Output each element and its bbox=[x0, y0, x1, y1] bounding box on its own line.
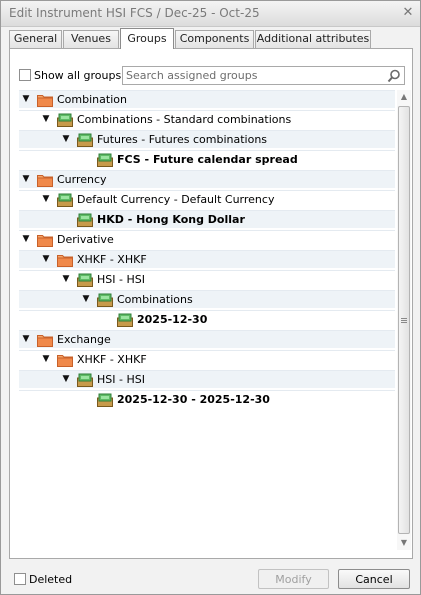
group-icon bbox=[57, 193, 73, 207]
tree-row[interactable]: ▼ XHKF - XHKF bbox=[19, 350, 395, 368]
group-icon bbox=[77, 273, 93, 287]
folder-icon bbox=[37, 235, 53, 247]
search-input[interactable] bbox=[123, 67, 385, 84]
tree-row[interactable]: ▼ Derivative bbox=[19, 230, 395, 248]
tree-node-label: Futures - Futures combinations bbox=[97, 133, 268, 146]
tree-row[interactable]: ▼ Combination bbox=[19, 90, 395, 108]
expand-toggle-icon[interactable]: ▼ bbox=[61, 274, 71, 284]
expand-toggle-icon[interactable]: ▼ bbox=[21, 334, 31, 344]
scroll-down-icon[interactable]: ▼ bbox=[397, 536, 411, 550]
vertical-scrollbar[interactable]: ▲ ▼ bbox=[397, 90, 411, 550]
tree-row[interactable]: ▼ HSI - HSI bbox=[19, 370, 395, 388]
folder-icon bbox=[57, 255, 73, 267]
folder-icon bbox=[57, 355, 73, 367]
title-bar: Edit Instrument HSI FCS / Dec-25 - Oct-2… bbox=[1, 1, 420, 27]
tree-row[interactable]: ▼ Combinations - Standard combinations bbox=[19, 110, 395, 128]
group-icon bbox=[77, 213, 93, 227]
tree-row[interactable]: HKD - Hong Kong Dollar bbox=[19, 210, 395, 228]
cancel-button[interactable]: Cancel bbox=[338, 569, 410, 589]
tree-node-label: HKD - Hong Kong Dollar bbox=[97, 213, 245, 226]
scroll-up-icon[interactable]: ▲ bbox=[397, 90, 411, 104]
grip-line bbox=[401, 320, 407, 321]
tree-row[interactable]: ▼ XHKF - XHKF bbox=[19, 250, 395, 268]
folder-icon bbox=[37, 335, 53, 347]
tree-node-label: XHKF - XHKF bbox=[77, 353, 147, 366]
group-icon bbox=[97, 393, 113, 407]
tree-row[interactable]: ▼ Default Currency - Default Currency bbox=[19, 190, 395, 208]
modify-button[interactable]: Modify bbox=[258, 569, 329, 589]
expand-toggle-icon[interactable]: ▼ bbox=[21, 234, 31, 244]
edit-instrument-dialog: Edit Instrument HSI FCS / Dec-25 - Oct-2… bbox=[0, 0, 421, 595]
tree-row[interactable]: ▼ Currency bbox=[19, 170, 395, 188]
tab-venues[interactable]: Venues bbox=[63, 30, 119, 48]
expand-toggle-icon[interactable]: ▼ bbox=[81, 294, 91, 304]
tree-node-label: Currency bbox=[57, 173, 107, 186]
show-all-groups-checkbox[interactable] bbox=[19, 69, 31, 81]
tab-components[interactable]: Components bbox=[175, 30, 254, 48]
folder-icon bbox=[37, 175, 53, 187]
show-all-groups-label: Show all groups bbox=[34, 68, 122, 82]
expand-toggle-icon[interactable]: ▼ bbox=[61, 134, 71, 144]
tree-node-label: Exchange bbox=[57, 333, 111, 346]
group-tree: ▼ Combination ▼ Combinations - Standard … bbox=[19, 90, 395, 550]
search-box bbox=[122, 66, 405, 85]
deleted-checkbox[interactable] bbox=[14, 573, 26, 585]
tree-row[interactable]: 2025-12-30 bbox=[19, 310, 395, 328]
expand-toggle-icon[interactable]: ▼ bbox=[61, 374, 71, 384]
grip-line bbox=[401, 318, 407, 319]
window-title: Edit Instrument HSI FCS / Dec-25 - Oct-2… bbox=[9, 6, 260, 20]
tree-node-label: HSI - HSI bbox=[97, 273, 145, 286]
expand-toggle-icon[interactable]: ▼ bbox=[41, 114, 51, 124]
tree-row[interactable]: ▼ Combinations bbox=[19, 290, 395, 308]
group-icon bbox=[57, 113, 73, 127]
tree-node-label: Combinations bbox=[117, 293, 193, 306]
tree-node-label: Combinations - Standard combinations bbox=[77, 113, 292, 126]
tree-node-label: XHKF - XHKF bbox=[77, 253, 147, 266]
scrollbar-thumb[interactable] bbox=[398, 106, 410, 534]
tree-row[interactable]: ▼ Futures - Futures combinations bbox=[19, 130, 395, 148]
group-icon bbox=[77, 133, 93, 147]
group-icon bbox=[97, 153, 113, 167]
expand-toggle-icon[interactable]: ▼ bbox=[21, 94, 31, 104]
expand-toggle-icon[interactable]: ▼ bbox=[41, 354, 51, 364]
tree-node-label: Derivative bbox=[57, 233, 114, 246]
tree-row[interactable]: 2025-12-30 - 2025-12-30 bbox=[19, 390, 395, 408]
expand-toggle-icon[interactable]: ▼ bbox=[21, 174, 31, 184]
folder-icon bbox=[37, 95, 53, 107]
close-icon[interactable]: ✕ bbox=[400, 5, 416, 21]
group-icon bbox=[77, 373, 93, 387]
tab-bar: General Venues Groups Components Additio… bbox=[9, 28, 413, 49]
expand-toggle-icon[interactable]: ▼ bbox=[41, 194, 51, 204]
tree-node-label: HSI - HSI bbox=[97, 373, 145, 386]
group-icon bbox=[117, 313, 133, 327]
show-all-groups-toggle[interactable]: Show all groups bbox=[19, 68, 121, 82]
tree-node-label: Default Currency - Default Currency bbox=[77, 193, 275, 206]
deleted-toggle[interactable]: Deleted bbox=[14, 572, 72, 586]
tab-general[interactable]: General bbox=[9, 30, 62, 48]
grip-line bbox=[401, 322, 407, 323]
tab-groups[interactable]: Groups bbox=[120, 28, 174, 49]
tree-node-label: FCS - Future calendar spread bbox=[117, 153, 298, 166]
tree-node-label: 2025-12-30 - 2025-12-30 bbox=[117, 393, 270, 406]
tree-row[interactable]: ▼ HSI - HSI bbox=[19, 270, 395, 288]
expand-toggle-icon[interactable]: ▼ bbox=[41, 254, 51, 264]
tree-node-label: Combination bbox=[57, 93, 127, 106]
tree-node-label: 2025-12-30 bbox=[137, 313, 208, 326]
deleted-label: Deleted bbox=[29, 572, 73, 586]
group-icon bbox=[97, 293, 113, 307]
groups-panel: Show all groups ▼ Combination ▼ bbox=[9, 48, 413, 559]
search-icon[interactable] bbox=[387, 69, 401, 83]
tab-additional-attributes[interactable]: Additional attributes bbox=[255, 30, 371, 48]
tree-row[interactable]: FCS - Future calendar spread bbox=[19, 150, 395, 168]
tree-row[interactable]: ▼ Exchange bbox=[19, 330, 395, 348]
